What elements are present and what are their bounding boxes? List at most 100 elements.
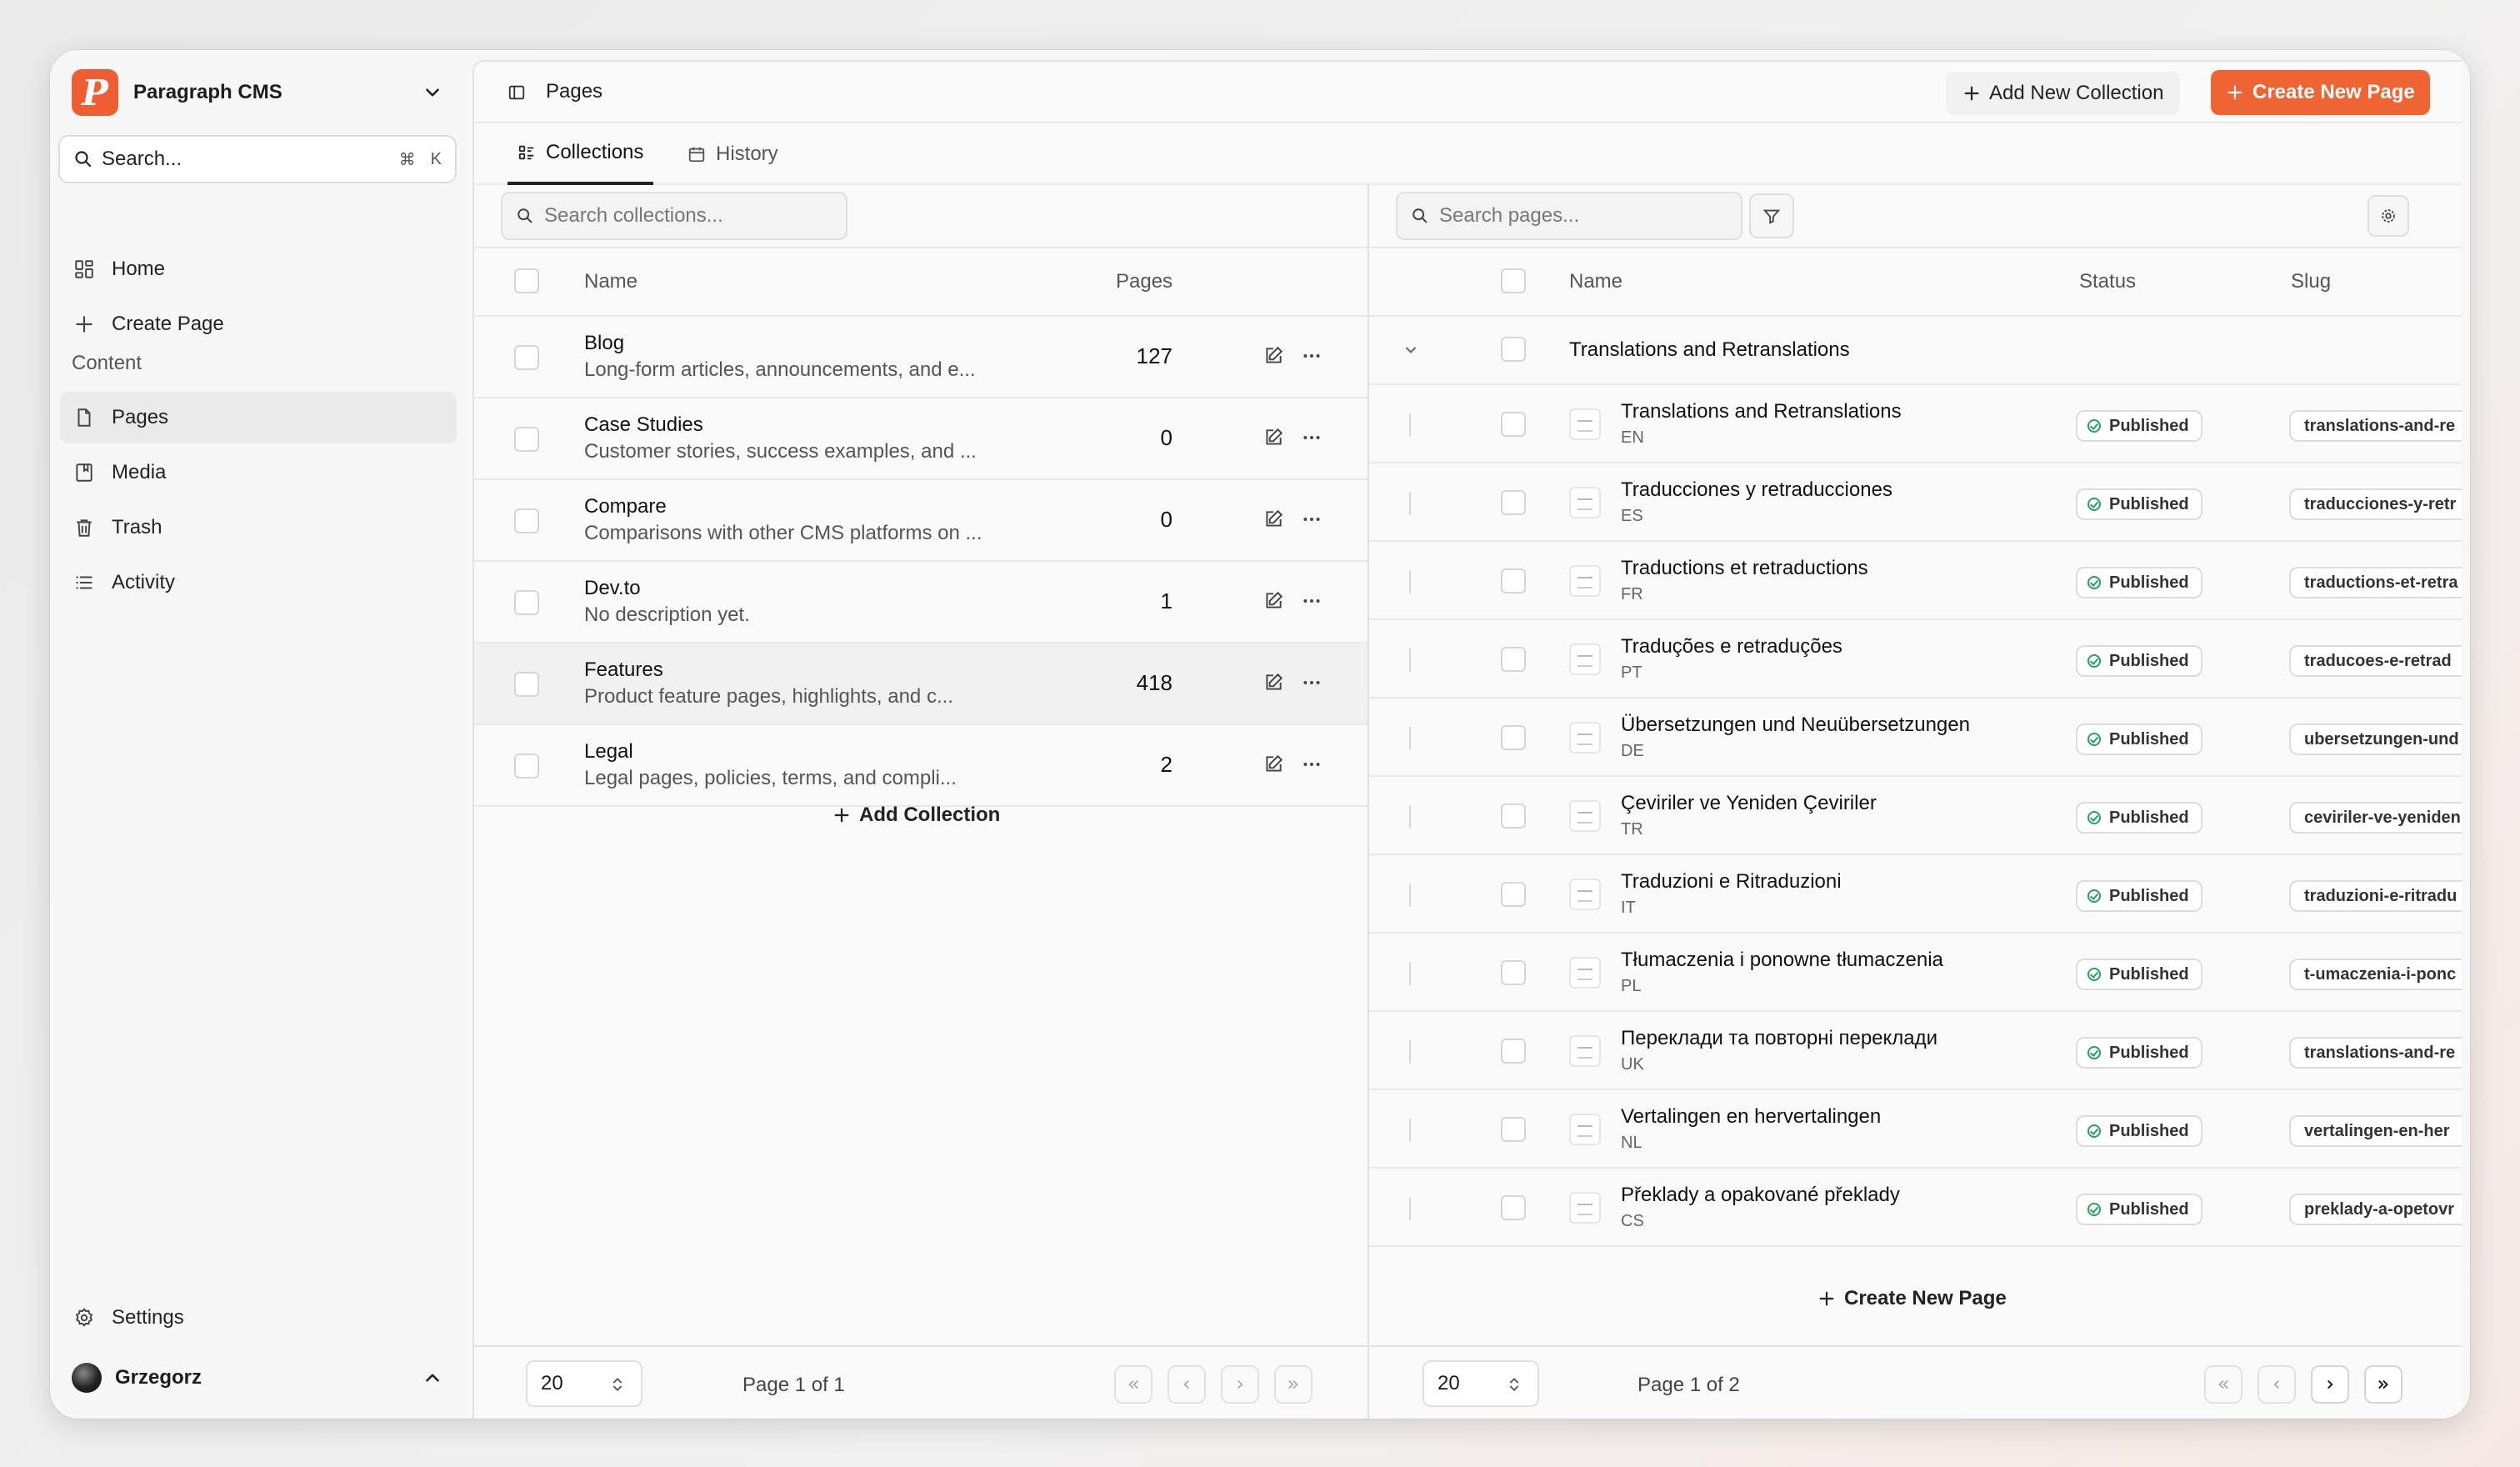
more-icon[interactable]	[1301, 590, 1322, 612]
row-checkbox[interactable]	[1501, 1195, 1526, 1220]
prev-page-button[interactable]	[2258, 1365, 2296, 1404]
first-page-button[interactable]	[1114, 1365, 1152, 1404]
select-all-checkbox[interactable]	[1501, 268, 1526, 293]
page-thumbnail	[1569, 408, 1601, 440]
row-checkbox[interactable]	[514, 508, 539, 533]
next-page-button[interactable]	[2311, 1365, 2349, 1404]
calendar-icon	[688, 145, 706, 163]
user-menu[interactable]: Grzegorz	[72, 1355, 455, 1400]
row-checkbox[interactable]	[1501, 568, 1526, 593]
table-row[interactable]: Traducciones y retraducciones ES Publish…	[1369, 463, 2462, 542]
row-checkbox[interactable]	[1501, 1039, 1526, 1064]
chevrons-right-icon	[2378, 1379, 2388, 1389]
search-placeholder: Search collections...	[544, 204, 723, 227]
sidebar-item-trash[interactable]: Trash	[60, 502, 457, 553]
last-page-button[interactable]	[2364, 1365, 2402, 1404]
tab-bar: Collections History	[474, 123, 2462, 185]
create-new-page-link[interactable]: Create New Page	[1818, 1287, 2007, 1310]
table-row[interactable]: Compare Comparisons with other CMS platf…	[474, 480, 1368, 562]
row-checkbox[interactable]	[1501, 882, 1526, 907]
chevron-down-icon[interactable]	[1402, 342, 1419, 358]
row-checkbox[interactable]	[514, 427, 539, 452]
global-search[interactable]: Search... ⌘ K	[58, 135, 457, 183]
status-badge: Published	[2076, 1115, 2202, 1147]
prev-page-button[interactable]	[1168, 1365, 1206, 1404]
sidebar-item-create-page[interactable]: Create Page	[60, 298, 457, 350]
search-pages-input[interactable]: Search pages...	[1396, 192, 1742, 240]
table-row[interactable]: Çeviriler ve Yeniden Çeviriler TR Publis…	[1369, 777, 2462, 855]
filter-button[interactable]	[1749, 193, 1794, 238]
page-size-select[interactable]: 20	[526, 1360, 642, 1407]
next-page-button[interactable]	[1221, 1365, 1259, 1404]
tree-line	[1409, 727, 1411, 750]
table-row[interactable]: Traduzioni e Ritraduzioni IT Published t…	[1369, 855, 2462, 934]
last-page-button[interactable]	[1274, 1365, 1312, 1404]
select-all-checkbox[interactable]	[514, 268, 539, 293]
edit-icon[interactable]	[1262, 427, 1284, 448]
slug-badge: translations-and-re	[2289, 1037, 2462, 1069]
table-row[interactable]: Traduções e retraduções PT Published tra…	[1369, 620, 2462, 698]
group-title: Translations and Retranslations	[1569, 338, 1850, 361]
add-collection-link[interactable]: Add Collection	[832, 804, 1000, 827]
tree-line	[1409, 492, 1411, 515]
first-page-button[interactable]	[2204, 1365, 2242, 1404]
row-checkbox[interactable]	[1501, 337, 1526, 362]
sidebar-item-settings[interactable]: Settings	[60, 1292, 457, 1344]
row-checkbox[interactable]	[1501, 804, 1526, 829]
row-checkbox[interactable]	[1501, 725, 1526, 750]
collection-description: Legal pages, policies, terms, and compli…	[584, 767, 957, 789]
sidebar-item-activity[interactable]: Activity	[60, 557, 457, 608]
more-icon[interactable]	[1301, 508, 1322, 530]
search-collections-input[interactable]: Search collections...	[501, 192, 848, 240]
slug-badge: ceviriler-ve-yeniden	[2289, 802, 2462, 834]
edit-icon[interactable]	[1262, 345, 1284, 367]
create-page-label: Create New Page	[1844, 1287, 2007, 1309]
table-row[interactable]: Překlady a opakované překlady CS Publish…	[1369, 1169, 2462, 1247]
edit-icon[interactable]	[1262, 508, 1284, 530]
check-circle-icon	[2088, 1124, 2101, 1138]
table-row[interactable]: Translations and Retranslations EN Publi…	[1369, 385, 2462, 463]
row-checkbox[interactable]	[1501, 412, 1526, 437]
table-row[interactable]: Case Studies Customer stories, success e…	[474, 398, 1368, 480]
row-checkbox[interactable]	[1501, 647, 1526, 672]
more-icon[interactable]	[1301, 754, 1322, 775]
edit-icon[interactable]	[1262, 672, 1284, 693]
page-size-select[interactable]: 20	[1422, 1360, 1539, 1407]
add-collection-button[interactable]: Add New Collection	[1946, 72, 2181, 115]
table-row[interactable]: Tłumaczenia i ponowne tłumaczenia PL Pub…	[1369, 934, 2462, 1012]
table-row[interactable]: Legal Legal pages, policies, terms, and …	[474, 725, 1368, 807]
workspace-switcher[interactable]: P Paragraph CMS	[72, 65, 455, 120]
view-settings-button[interactable]	[2368, 195, 2409, 237]
create-page-button[interactable]: Create New Page	[2211, 70, 2430, 115]
sidebar-item-label: Activity	[112, 571, 176, 593]
more-icon[interactable]	[1301, 345, 1322, 367]
edit-icon[interactable]	[1262, 590, 1284, 612]
sidebar-item-pages[interactable]: Pages	[60, 392, 457, 443]
sidebar-toggle-icon[interactable]	[508, 83, 526, 102]
row-checkbox[interactable]	[514, 590, 539, 615]
row-checkbox[interactable]	[514, 754, 539, 779]
row-checkbox[interactable]	[1501, 960, 1526, 985]
sidebar-item-home[interactable]: Home	[60, 243, 457, 295]
table-row[interactable]: Blog Long-form articles, announcements, …	[474, 317, 1368, 398]
tab-history[interactable]: History	[688, 123, 778, 185]
tab-collections[interactable]: Collections	[508, 123, 654, 185]
tree-line	[1409, 884, 1411, 907]
row-checkbox[interactable]	[1501, 1117, 1526, 1142]
row-checkbox[interactable]	[1501, 490, 1526, 515]
row-checkbox[interactable]	[514, 672, 539, 697]
row-checkbox[interactable]	[514, 345, 539, 370]
table-row[interactable]: Dev.to No description yet. 1	[474, 562, 1368, 643]
more-icon[interactable]	[1301, 672, 1322, 693]
table-row[interactable]: Переклади та повторні переклади UK Publi…	[1369, 1012, 2462, 1090]
sidebar-item-media[interactable]: Media	[60, 447, 457, 498]
table-row[interactable]: Übersetzungen und Neuübersetzungen DE Pu…	[1369, 698, 2462, 777]
slug-badge: traduzioni-e-ritradu	[2289, 880, 2462, 912]
more-icon[interactable]	[1301, 427, 1322, 448]
table-row[interactable]: Traductions et retraductions FR Publishe…	[1369, 542, 2462, 620]
table-row[interactable]: Vertalingen en hervertalingen NL Publish…	[1369, 1090, 2462, 1169]
table-row[interactable]: Features Product feature pages, highligh…	[474, 643, 1368, 725]
edit-icon[interactable]	[1262, 754, 1284, 775]
collections-toolbar: Search collections...	[474, 185, 1368, 248]
page-group-row[interactable]: Translations and Retranslations	[1369, 317, 2462, 385]
